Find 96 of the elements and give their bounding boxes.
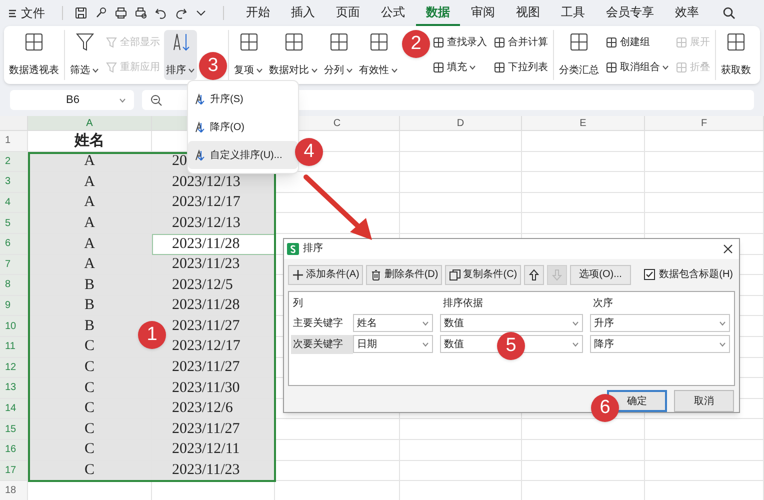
ribbon-button[interactable]: 筛选 [68, 30, 101, 80]
row-header[interactable]: 12 [0, 358, 28, 378]
menu-tab[interactable]: 工具 [551, 0, 595, 26]
row-header[interactable]: 18 [0, 481, 28, 500]
menu-item[interactable]: 自定义排序(U)... [188, 141, 298, 169]
table-cell: 2023/11/27 [152, 316, 275, 337]
menu-tab[interactable]: 审阅 [461, 0, 505, 26]
ribbon-button[interactable]: 查找录入 [430, 32, 489, 52]
table-cell: B [28, 275, 152, 296]
ribbon-button[interactable]: 数据透视表 [7, 30, 61, 80]
step-number: 2 [402, 30, 430, 58]
row-header[interactable]: 16 [0, 440, 28, 460]
dialog-title: 排序 [303, 242, 323, 256]
row-header[interactable]: 1 [0, 131, 28, 152]
table-cell: 2023/11/30 [152, 378, 275, 399]
toolbar-button[interactable]: 删除条件(D) [366, 264, 442, 285]
row-header[interactable]: 6 [0, 234, 28, 255]
file-menu[interactable]: 文件 [4, 2, 54, 24]
table-cell: A [28, 234, 152, 255]
ribbon-button[interactable]: 有效性 [357, 30, 400, 80]
column-dropdown[interactable]: 日期 [353, 335, 433, 354]
column-heading: 列 [293, 298, 303, 309]
table-cell: 2023/12/6 [152, 398, 275, 420]
menu-tab[interactable]: 会员专享 [596, 0, 664, 26]
menu-tab[interactable]: 视图 [506, 0, 550, 26]
ribbon-button[interactable]: 取消组合 [603, 58, 671, 78]
row-label: 主要关键字 [292, 316, 344, 331]
ribbon-button[interactable]: 分类汇总 [557, 30, 601, 80]
row-header[interactable]: 11 [0, 336, 28, 358]
table-cell: A [28, 172, 152, 193]
toolbar-button[interactable]: 添加条件(A) [288, 264, 364, 285]
table-cell: 2023/12/17 [152, 192, 275, 214]
menu-item[interactable]: 升序(S) [188, 85, 298, 113]
row-header[interactable]: 2 [0, 152, 28, 172]
toolbar-button[interactable]: 复制条件(C) [445, 264, 522, 285]
table-cell: 2023/11/23 [152, 460, 275, 482]
header-checkbox[interactable]: 数据包含标题(H) [644, 267, 735, 282]
menu-tab[interactable]: 公式 [371, 0, 415, 26]
column-header[interactable]: D [400, 116, 522, 131]
table-cell: 2023/11/28 [152, 234, 275, 255]
table-cell: C [28, 419, 152, 440]
menu-tab[interactable]: 插入 [281, 0, 325, 26]
table-cell: C [28, 358, 152, 378]
ribbon-button[interactable]: 数据对比 [267, 30, 320, 80]
name-box[interactable]: B6 [10, 90, 134, 110]
order-dropdown[interactable]: 升序 [590, 314, 730, 332]
menu-tab[interactable]: 开始 [236, 0, 280, 26]
column-header[interactable]: E [522, 116, 645, 131]
table-cell: A [28, 254, 152, 276]
ribbon-button[interactable]: 获取数 [719, 30, 753, 80]
table-cell: A [28, 192, 152, 214]
row-header[interactable]: 4 [0, 192, 28, 214]
table-cell: 2023/12/11 [152, 440, 275, 460]
ribbon-button[interactable]: 填充 [430, 58, 489, 78]
table-cell: A [28, 213, 152, 234]
row-header[interactable]: 10 [0, 316, 28, 337]
row-header[interactable]: 15 [0, 419, 28, 440]
table-cell: 2023/11/27 [152, 419, 275, 440]
ribbon-button[interactable]: 创建组 [603, 32, 671, 52]
order-dropdown[interactable]: 降序 [590, 335, 730, 354]
table-cell: C [28, 440, 152, 460]
row-header[interactable]: 13 [0, 378, 28, 399]
ribbon-button[interactable]: 分列 [322, 30, 355, 80]
row-header[interactable]: 14 [0, 398, 28, 420]
row-header[interactable]: 8 [0, 275, 28, 296]
table-cell: 2023/12/13 [152, 213, 275, 234]
column-header[interactable]: A [28, 116, 152, 131]
column-header[interactable]: F [645, 116, 764, 131]
column-heading: 姓名 [28, 131, 152, 152]
ribbon-button[interactable]: 下拉列表 [491, 58, 550, 78]
row-header[interactable]: 3 [0, 172, 28, 193]
ribbon-button[interactable]: 复项 [232, 30, 265, 80]
dialog-button[interactable]: 取消 [674, 390, 734, 412]
sort-basis-dropdown[interactable]: 数值 [440, 314, 583, 332]
table-cell: C [28, 398, 152, 420]
table-cell: 2023/11/27 [152, 358, 275, 378]
ribbon-button[interactable]: 排序 [164, 30, 197, 80]
menu-tab[interactable]: 页面 [326, 0, 370, 26]
step-number: 3 [199, 52, 227, 80]
column-heading: 排序依据 [443, 298, 483, 309]
table-cell: B [28, 296, 152, 316]
row-label: 次要关键字 [291, 334, 353, 354]
row-header[interactable]: 7 [0, 254, 28, 276]
table-cell: 2023/12/13 [152, 172, 275, 193]
column-dropdown[interactable]: 姓名 [353, 314, 433, 332]
column-heading: 次序 [593, 298, 613, 309]
row-header[interactable]: 17 [0, 460, 28, 482]
ribbon-button[interactable]: 合并计算 [491, 32, 550, 52]
table-cell: C [28, 378, 152, 399]
table-cell: 2023/11/28 [152, 296, 275, 316]
table-cell: 2023/11/23 [152, 254, 275, 276]
row-header[interactable]: 5 [0, 213, 28, 234]
toolbar-button[interactable]: 选项(O)... [570, 264, 631, 285]
row-header[interactable]: 9 [0, 296, 28, 316]
table-cell: 2023/12/5 [152, 275, 275, 296]
menu-tab[interactable]: 效率 [665, 0, 709, 26]
